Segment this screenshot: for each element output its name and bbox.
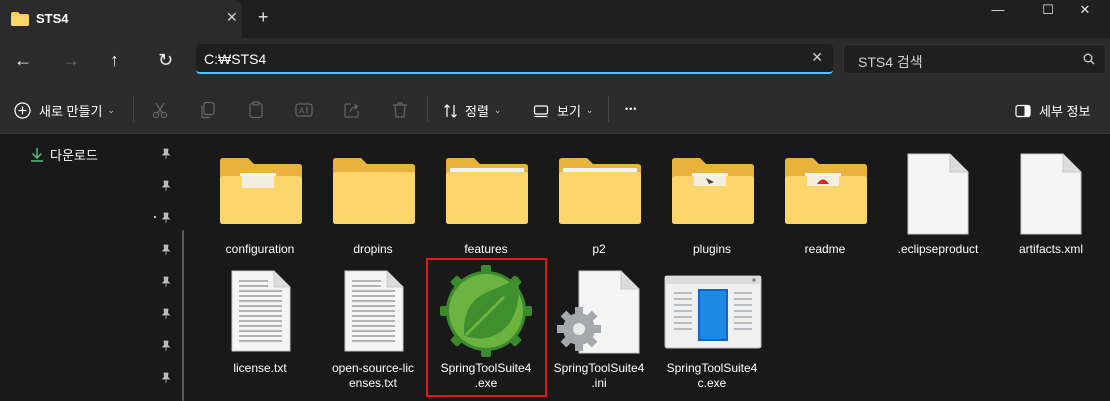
copy-icon[interactable] bbox=[198, 100, 218, 120]
chevron-down-icon: ⌄ bbox=[585, 105, 594, 115]
search-icon bbox=[1083, 53, 1095, 65]
pin-icon[interactable] bbox=[160, 372, 172, 384]
document-icon bbox=[907, 153, 969, 235]
new-button-label: 새로 만들기 bbox=[39, 104, 103, 119]
tab-title: STS4 bbox=[36, 11, 69, 26]
sort-button[interactable]: 정렬 ⌄ bbox=[443, 101, 501, 120]
config-file-icon bbox=[557, 270, 640, 354]
selection-highlight bbox=[426, 258, 547, 397]
dot-marker bbox=[154, 216, 156, 218]
pin-icon[interactable] bbox=[160, 212, 172, 224]
delete-icon[interactable] bbox=[390, 100, 410, 120]
file-label-line1: SpringToolSuite4 bbox=[666, 361, 758, 375]
folder-icon bbox=[11, 12, 29, 26]
download-icon bbox=[31, 148, 43, 162]
search-box[interactable]: STS4 검색 bbox=[843, 44, 1106, 74]
paste-icon[interactable] bbox=[246, 100, 266, 120]
text-file-icon bbox=[231, 270, 291, 352]
folder-icon bbox=[672, 158, 754, 224]
toolbar-divider bbox=[427, 96, 428, 122]
view-button[interactable]: 보기 ⌄ bbox=[533, 101, 593, 120]
file-label: readme bbox=[804, 242, 846, 256]
toolbar-divider bbox=[133, 96, 134, 122]
file-label-line1: SpringToolSuite4 bbox=[553, 361, 645, 375]
new-button[interactable]: 새로 만들기 ⌄ bbox=[14, 101, 115, 120]
file-label-line1: open-source-lic bbox=[331, 361, 415, 375]
tab-sts4[interactable]: STS4 ✕ bbox=[0, 0, 242, 38]
close-button[interactable]: ✕ bbox=[1062, 2, 1108, 24]
text-file-icon bbox=[344, 270, 404, 352]
pin-icon[interactable] bbox=[160, 276, 172, 288]
refresh-button[interactable]: ↻ bbox=[158, 50, 173, 70]
file-label: license.txt bbox=[233, 361, 287, 375]
navigation-pane: 다운로드 bbox=[0, 135, 190, 401]
folder-icon bbox=[446, 158, 528, 224]
gear-icon bbox=[557, 307, 601, 351]
chevron-down-icon: ⌄ bbox=[107, 105, 115, 115]
rename-icon[interactable]: A bbox=[294, 100, 314, 120]
document-icon bbox=[1020, 153, 1082, 235]
address-input[interactable]: C:₩STS4 bbox=[204, 51, 266, 67]
search-input[interactable]: STS4 검색 bbox=[858, 52, 923, 72]
file-label: plugins bbox=[692, 242, 732, 256]
file-label: p2 bbox=[592, 242, 606, 256]
sidebar-item-label: 다운로드 bbox=[50, 148, 98, 163]
pin-icon[interactable] bbox=[160, 180, 172, 192]
navigation-bar: ← → ↑ ↻ C:₩STS4 ✕ STS4 검색 bbox=[0, 38, 1110, 84]
new-tab-button[interactable]: + bbox=[258, 7, 269, 28]
details-pane-icon bbox=[1015, 104, 1031, 117]
share-icon[interactable] bbox=[342, 100, 362, 120]
folder-icon bbox=[559, 158, 641, 224]
forward-button[interactable]: → bbox=[62, 50, 80, 70]
back-button[interactable]: ← bbox=[14, 50, 32, 70]
view-button-label: 보기 bbox=[557, 104, 581, 119]
application-window-icon bbox=[664, 275, 762, 349]
file-label-line2: .ini bbox=[591, 376, 607, 390]
folder-icon bbox=[220, 158, 302, 224]
file-label-line2: enses.txt bbox=[348, 376, 398, 390]
address-bar[interactable]: C:₩STS4 ✕ bbox=[196, 44, 833, 74]
view-icon bbox=[533, 104, 549, 117]
svg-text:A: A bbox=[299, 107, 305, 116]
plus-circle-icon bbox=[14, 102, 31, 119]
up-button[interactable]: ↑ bbox=[110, 50, 119, 70]
pin-icon[interactable] bbox=[160, 340, 172, 352]
folder-icon bbox=[785, 158, 867, 224]
folder-icon bbox=[333, 158, 415, 224]
sidebar-item-downloads[interactable]: 다운로드 bbox=[30, 145, 98, 164]
tab-close-button[interactable]: ✕ bbox=[226, 9, 238, 26]
command-bar: 새로 만들기 ⌄ A 정렬 ⌄ 보기 ⌄ ••• 세부 정보 bbox=[0, 84, 1110, 134]
file-label: .eclipseproduct bbox=[897, 242, 979, 256]
file-label: artifacts.xml bbox=[1018, 242, 1083, 256]
sort-icon bbox=[444, 103, 457, 118]
details-button[interactable]: 세부 정보 bbox=[1015, 101, 1090, 120]
cut-icon[interactable] bbox=[150, 100, 170, 120]
pin-icon[interactable] bbox=[160, 308, 172, 320]
title-bar: STS4 ✕ + — ☐ ✕ bbox=[0, 0, 1110, 38]
file-label: configuration bbox=[225, 242, 295, 256]
clear-address-button[interactable]: ✕ bbox=[811, 49, 823, 66]
pin-icon[interactable] bbox=[160, 244, 172, 256]
sort-button-label: 정렬 bbox=[465, 104, 489, 119]
more-options-button[interactable]: ••• bbox=[625, 104, 637, 114]
pin-icon[interactable] bbox=[160, 148, 172, 160]
file-label-line2: c.exe bbox=[697, 376, 727, 390]
file-list: configuration dropins features p2 plugin… bbox=[192, 135, 1110, 401]
toolbar-divider bbox=[608, 96, 609, 122]
details-button-label: 세부 정보 bbox=[1039, 104, 1091, 119]
sidebar-scrollbar[interactable] bbox=[182, 230, 184, 401]
file-label: dropins bbox=[353, 242, 393, 256]
file-label: features bbox=[464, 242, 508, 256]
chevron-down-icon: ⌄ bbox=[493, 105, 502, 115]
minimize-button[interactable]: — bbox=[975, 2, 1021, 24]
